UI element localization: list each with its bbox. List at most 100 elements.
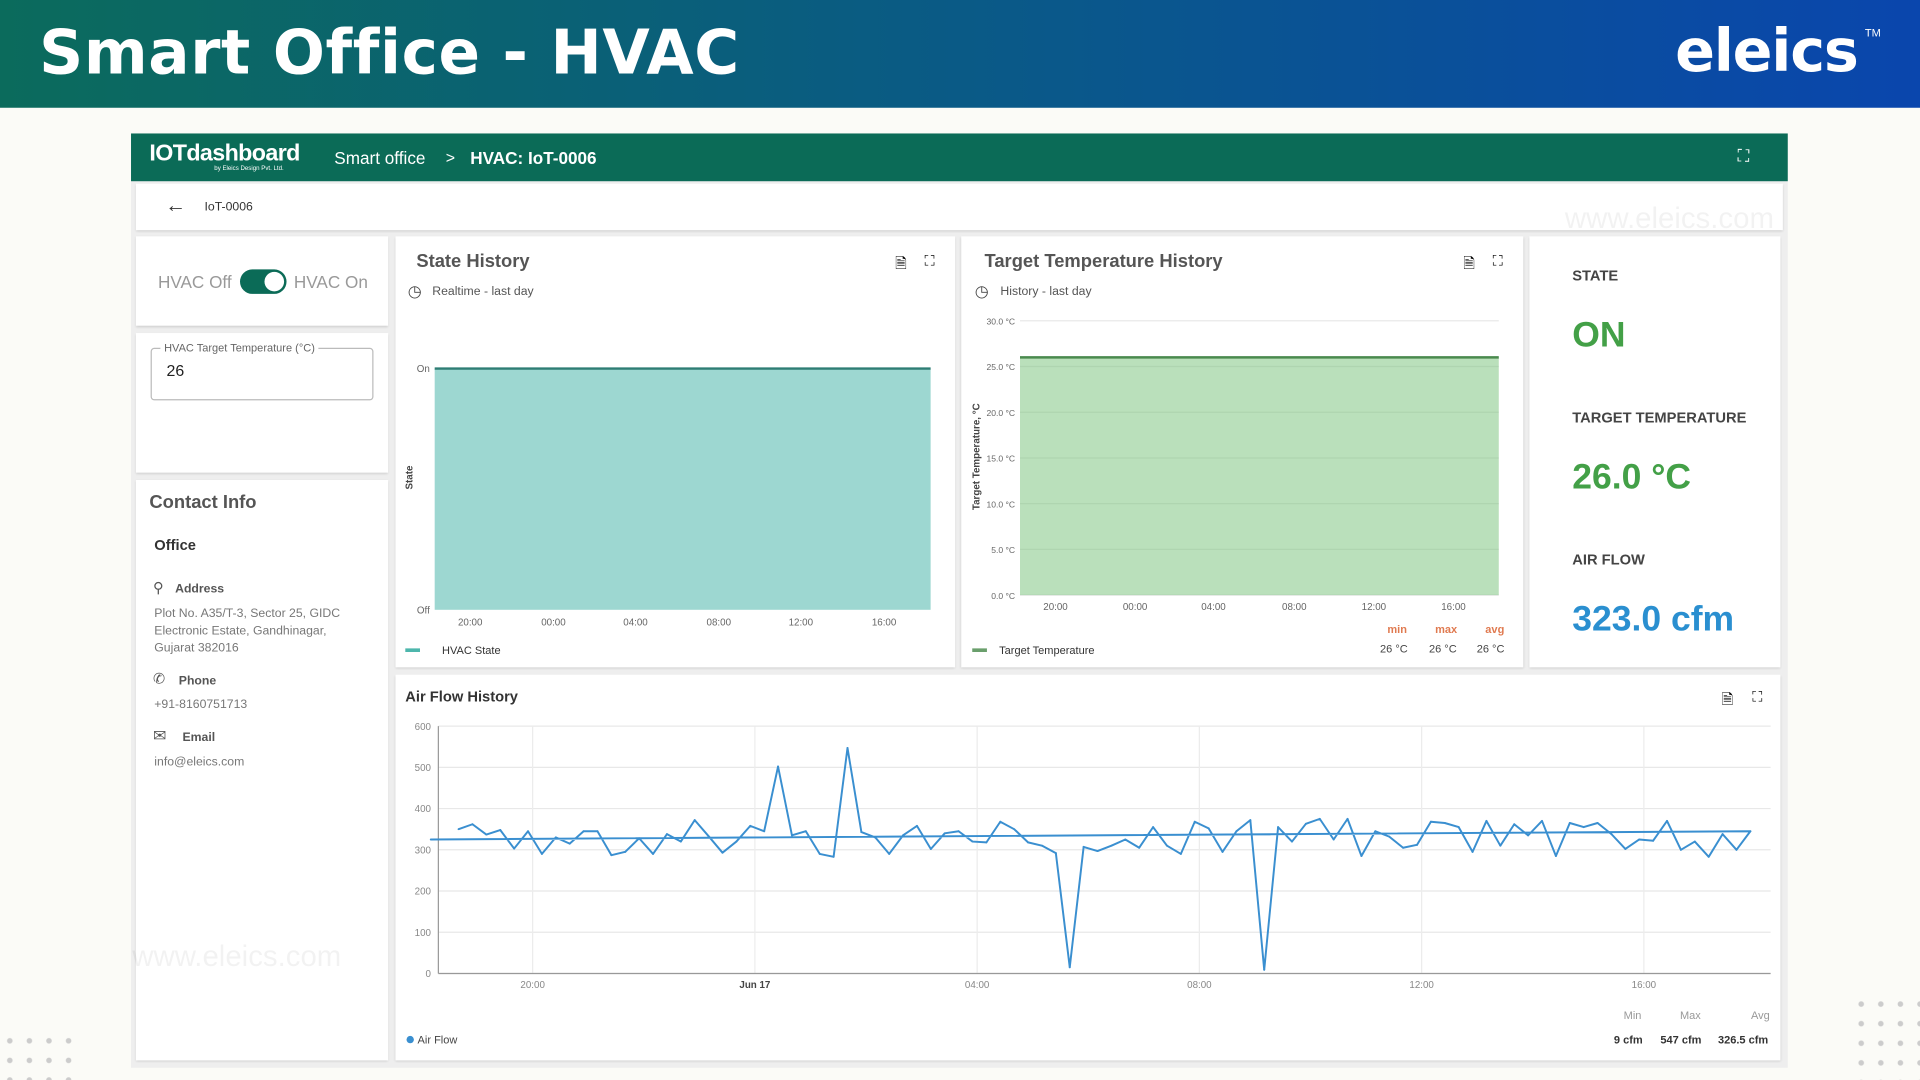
- air-flow-point: [513, 847, 516, 850]
- hvac-toggle-card: HVAC Off HVAC On: [135, 236, 389, 326]
- email-label: Email: [182, 731, 216, 745]
- air-flow-point: [1346, 817, 1349, 820]
- air-flow-point: [1735, 848, 1738, 851]
- y-tick-label: 15.0 °C: [986, 454, 1015, 464]
- air-flow-point: [915, 824, 918, 827]
- air-flow-point: [471, 823, 474, 826]
- air-flow-point: [707, 835, 710, 838]
- logo-trademark: TM: [1864, 26, 1881, 40]
- air-flow-point: [1318, 817, 1321, 820]
- air-flow-point: [832, 855, 835, 858]
- air-flow-line: [430, 746, 1752, 971]
- air-flow-point: [1568, 822, 1571, 824]
- y-tick-label: 200: [415, 887, 432, 898]
- address-line: Electronic Estate, Gandhinagar,: [154, 624, 327, 638]
- air-flow-point: [777, 765, 780, 768]
- air-flow-point: [1388, 835, 1391, 838]
- y-tick-label: 20.0 °C: [986, 408, 1015, 418]
- watermark: www.eleics.com: [1564, 202, 1774, 236]
- air-flow-point: [1402, 846, 1405, 849]
- air-flow-point: [971, 840, 974, 843]
- x-tick-label: 04:00: [623, 618, 648, 629]
- air-flow-point: [1096, 850, 1099, 853]
- air-flow-point: [1138, 846, 1141, 849]
- air-flow-point: [790, 834, 793, 837]
- address-line: Gujarat 382016: [154, 641, 239, 656]
- toggle-off-label: HVAC Off: [157, 271, 232, 292]
- email-value[interactable]: info@eleics.com: [154, 756, 244, 769]
- air-flow-point: [1457, 826, 1460, 829]
- target-temperature-chart: 0.0 °C 5.0 °C 10.0 °C 15.0 °C 20.0 °C 25.0 °C…: [972, 316, 1499, 657]
- decorative-dots: [1851, 994, 1920, 1080]
- air-flow-point: [485, 833, 488, 836]
- air-flow-point: [846, 746, 849, 749]
- air-flow-point: [1610, 833, 1613, 836]
- air-flow-point: [527, 830, 530, 833]
- arrow-left-icon[interactable]: ←: [165, 193, 186, 217]
- eleics-logo: eleics: [1675, 17, 1859, 86]
- air-flow-point: [540, 852, 543, 855]
- air-flow-point: [1360, 855, 1363, 857]
- air-flow-point: [1652, 839, 1655, 842]
- brand-logo[interactable]: IOTdashboard: [149, 141, 300, 168]
- state-label: STATE: [1572, 266, 1619, 285]
- stats-card: STATE ON TARGET TEMPERATURE 26.0 °C AIR …: [1529, 236, 1781, 668]
- x-tick-label: 08:00: [1282, 602, 1307, 613]
- fullscreen-exit-icon[interactable]: ⛶: [1738, 146, 1750, 167]
- target-temperature-value: 26.0 °C: [1572, 457, 1692, 498]
- air-flow-point: [679, 840, 682, 843]
- x-tick-label: 12:00: [789, 618, 814, 629]
- toggle-on-label: HVAC On: [293, 271, 368, 292]
- y-tick-label: 500: [415, 763, 432, 774]
- air-flow-point: [429, 838, 432, 841]
- x-tick-label: 08:00: [707, 618, 732, 629]
- air-flow-point: [582, 830, 585, 833]
- air-flow-point: [665, 833, 668, 836]
- target-temperature-value[interactable]: 26: [167, 361, 185, 379]
- address-label: Address: [175, 582, 225, 597]
- x-tick-label: 00:00: [1123, 602, 1148, 613]
- air-flow-label: AIR FLOW: [1572, 551, 1645, 569]
- x-tick-label: Jun 17: [739, 980, 771, 991]
- air-flow-point: [624, 850, 627, 853]
- breadcrumb-smart-office[interactable]: Smart office: [334, 148, 425, 168]
- air-flow-point: [1749, 830, 1752, 833]
- air-flow-point: [985, 841, 988, 844]
- air-flow-point: [957, 830, 960, 833]
- air-flow-point: [554, 836, 557, 839]
- air-flow-point: [818, 852, 821, 855]
- x-tick-label: 20:00: [458, 618, 483, 629]
- air-flow-point: [1624, 847, 1627, 850]
- phone-value[interactable]: +91-8160751713: [154, 698, 247, 711]
- y-tick-label: 600: [415, 722, 432, 733]
- air-flow-point: [1207, 827, 1210, 830]
- air-flow-point: [1277, 826, 1280, 829]
- banner-title: Smart Office - HVAC: [39, 17, 740, 89]
- air-flow-point: [1068, 966, 1071, 969]
- air-flow-point: [860, 831, 863, 834]
- target-temperature-input[interactable]: 26: [150, 347, 374, 401]
- air-flow-point: [1666, 819, 1669, 822]
- legend-label: Air Flow: [418, 1034, 458, 1046]
- air-flow-point: [1443, 822, 1446, 824]
- sub-header: ← IoT-0006: [135, 183, 1783, 231]
- air-flow-point: [1693, 840, 1696, 843]
- target-temperature-card: 26 HVAC Target Temperature (°C): [135, 333, 389, 473]
- air-flow-point: [1082, 845, 1085, 848]
- air-flow-point: [1249, 819, 1252, 822]
- air-flow-point: [1110, 844, 1113, 847]
- y-tick-label: 0.0 °C: [991, 591, 1015, 601]
- device-name: IoT-0006: [204, 200, 253, 215]
- hvac-toggle-switch[interactable]: [240, 269, 287, 294]
- air-flow-point: [1152, 826, 1155, 829]
- air-flow-point: [638, 837, 641, 840]
- y-tick-label: 300: [415, 845, 432, 856]
- legend-label: Target Temperature: [999, 645, 1094, 657]
- state-value: ON: [1572, 315, 1626, 356]
- air-flow-point: [1596, 822, 1599, 824]
- x-tick-label: 12:00: [1362, 602, 1387, 613]
- air-flow-point: [1027, 841, 1030, 844]
- y-tick-label: 0: [426, 969, 432, 980]
- state-history-chart: Off On 20:00 00:00 04:00 08:00 12:00 16:00 State…: [405, 364, 931, 657]
- x-tick-label: 20:00: [520, 980, 545, 991]
